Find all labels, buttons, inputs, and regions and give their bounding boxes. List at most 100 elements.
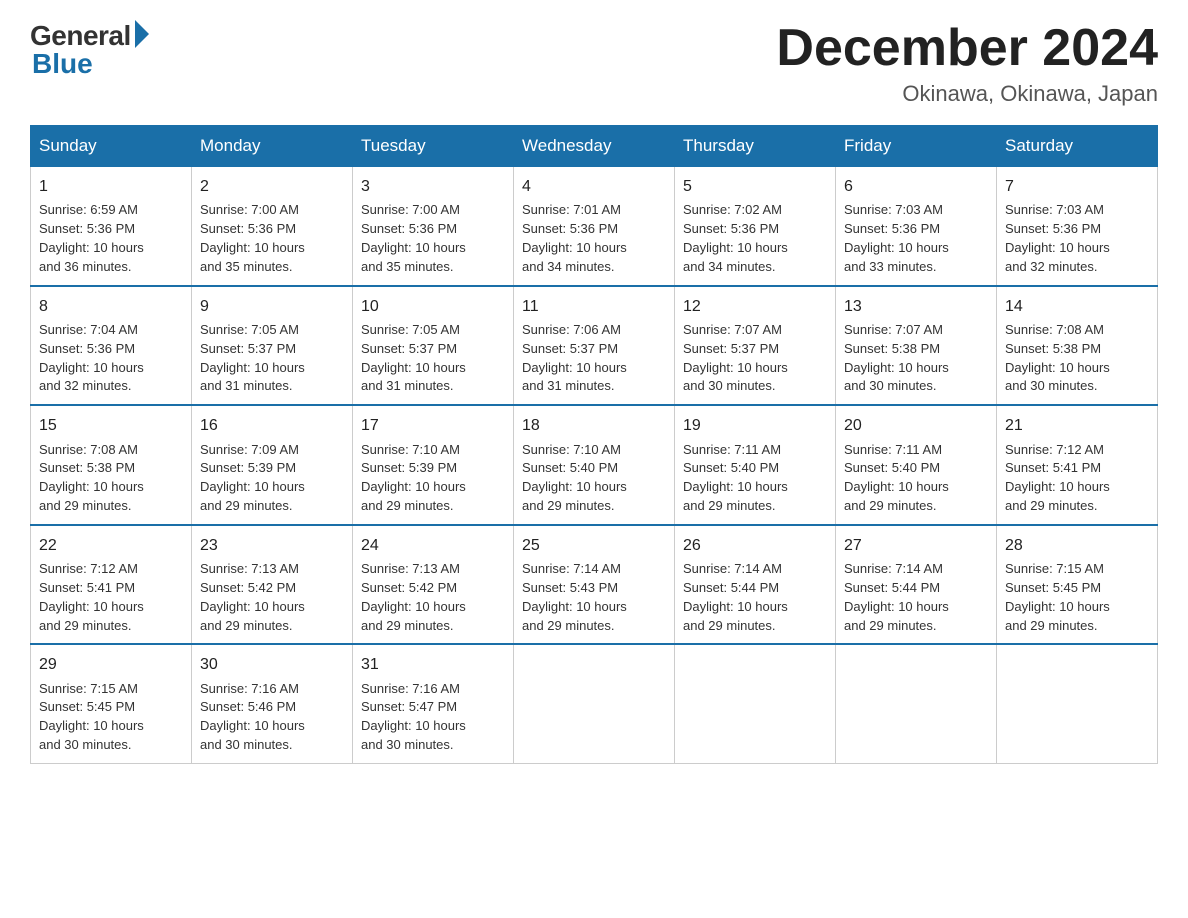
day-number: 28 bbox=[1005, 534, 1149, 557]
daylight-label: Daylight: 10 hoursand 29 minutes. bbox=[361, 479, 466, 513]
sunset-label: Sunset: 5:40 PM bbox=[522, 460, 618, 475]
sunrise-label: Sunrise: 7:08 AM bbox=[39, 442, 138, 457]
daylight-label: Daylight: 10 hoursand 32 minutes. bbox=[39, 360, 144, 394]
day-number: 11 bbox=[522, 295, 666, 318]
calendar-week-row: 15 Sunrise: 7:08 AM Sunset: 5:38 PM Dayl… bbox=[31, 405, 1158, 525]
calendar-cell: 8 Sunrise: 7:04 AM Sunset: 5:36 PM Dayli… bbox=[31, 286, 192, 406]
logo: General Blue bbox=[30, 20, 149, 80]
calendar-cell: 31 Sunrise: 7:16 AM Sunset: 5:47 PM Dayl… bbox=[353, 644, 514, 763]
daylight-label: Daylight: 10 hoursand 35 minutes. bbox=[200, 240, 305, 274]
sunset-label: Sunset: 5:44 PM bbox=[844, 580, 940, 595]
sunset-label: Sunset: 5:36 PM bbox=[1005, 221, 1101, 236]
sunset-label: Sunset: 5:43 PM bbox=[522, 580, 618, 595]
sunset-label: Sunset: 5:39 PM bbox=[200, 460, 296, 475]
day-number: 2 bbox=[200, 175, 344, 198]
sunset-label: Sunset: 5:36 PM bbox=[39, 341, 135, 356]
calendar-cell: 10 Sunrise: 7:05 AM Sunset: 5:37 PM Dayl… bbox=[353, 286, 514, 406]
col-tuesday: Tuesday bbox=[353, 126, 514, 167]
col-friday: Friday bbox=[836, 126, 997, 167]
daylight-label: Daylight: 10 hoursand 29 minutes. bbox=[1005, 599, 1110, 633]
calendar-cell: 14 Sunrise: 7:08 AM Sunset: 5:38 PM Dayl… bbox=[997, 286, 1158, 406]
calendar-cell: 18 Sunrise: 7:10 AM Sunset: 5:40 PM Dayl… bbox=[514, 405, 675, 525]
daylight-label: Daylight: 10 hoursand 29 minutes. bbox=[39, 599, 144, 633]
daylight-label: Daylight: 10 hoursand 32 minutes. bbox=[1005, 240, 1110, 274]
sunset-label: Sunset: 5:36 PM bbox=[683, 221, 779, 236]
col-monday: Monday bbox=[192, 126, 353, 167]
sunrise-label: Sunrise: 7:03 AM bbox=[844, 202, 943, 217]
sunrise-label: Sunrise: 7:04 AM bbox=[39, 322, 138, 337]
calendar-cell: 28 Sunrise: 7:15 AM Sunset: 5:45 PM Dayl… bbox=[997, 525, 1158, 645]
sunset-label: Sunset: 5:36 PM bbox=[39, 221, 135, 236]
sunrise-label: Sunrise: 7:06 AM bbox=[522, 322, 621, 337]
title-block: December 2024 Okinawa, Okinawa, Japan bbox=[776, 20, 1158, 107]
calendar-cell: 11 Sunrise: 7:06 AM Sunset: 5:37 PM Dayl… bbox=[514, 286, 675, 406]
sunrise-label: Sunrise: 7:16 AM bbox=[200, 681, 299, 696]
sunrise-label: Sunrise: 7:14 AM bbox=[683, 561, 782, 576]
daylight-label: Daylight: 10 hoursand 31 minutes. bbox=[522, 360, 627, 394]
calendar-cell bbox=[514, 644, 675, 763]
sunrise-label: Sunrise: 7:07 AM bbox=[844, 322, 943, 337]
sunset-label: Sunset: 5:38 PM bbox=[1005, 341, 1101, 356]
daylight-label: Daylight: 10 hoursand 29 minutes. bbox=[522, 479, 627, 513]
calendar-cell: 5 Sunrise: 7:02 AM Sunset: 5:36 PM Dayli… bbox=[675, 167, 836, 286]
daylight-label: Daylight: 10 hoursand 34 minutes. bbox=[683, 240, 788, 274]
calendar-cell: 29 Sunrise: 7:15 AM Sunset: 5:45 PM Dayl… bbox=[31, 644, 192, 763]
daylight-label: Daylight: 10 hoursand 31 minutes. bbox=[361, 360, 466, 394]
daylight-label: Daylight: 10 hoursand 30 minutes. bbox=[1005, 360, 1110, 394]
sunrise-label: Sunrise: 7:02 AM bbox=[683, 202, 782, 217]
day-number: 30 bbox=[200, 653, 344, 676]
col-thursday: Thursday bbox=[675, 126, 836, 167]
sunset-label: Sunset: 5:40 PM bbox=[844, 460, 940, 475]
calendar-cell: 2 Sunrise: 7:00 AM Sunset: 5:36 PM Dayli… bbox=[192, 167, 353, 286]
location: Okinawa, Okinawa, Japan bbox=[776, 81, 1158, 107]
day-number: 26 bbox=[683, 534, 827, 557]
sunrise-label: Sunrise: 7:10 AM bbox=[361, 442, 460, 457]
calendar-week-row: 1 Sunrise: 6:59 AM Sunset: 5:36 PM Dayli… bbox=[31, 167, 1158, 286]
calendar-cell: 30 Sunrise: 7:16 AM Sunset: 5:46 PM Dayl… bbox=[192, 644, 353, 763]
calendar-cell: 25 Sunrise: 7:14 AM Sunset: 5:43 PM Dayl… bbox=[514, 525, 675, 645]
day-number: 27 bbox=[844, 534, 988, 557]
daylight-label: Daylight: 10 hoursand 29 minutes. bbox=[844, 599, 949, 633]
sunset-label: Sunset: 5:46 PM bbox=[200, 699, 296, 714]
month-title: December 2024 bbox=[776, 20, 1158, 77]
sunrise-label: Sunrise: 7:05 AM bbox=[361, 322, 460, 337]
sunrise-label: Sunrise: 6:59 AM bbox=[39, 202, 138, 217]
sunrise-label: Sunrise: 7:07 AM bbox=[683, 322, 782, 337]
daylight-label: Daylight: 10 hoursand 29 minutes. bbox=[200, 479, 305, 513]
day-number: 20 bbox=[844, 414, 988, 437]
col-sunday: Sunday bbox=[31, 126, 192, 167]
sunrise-label: Sunrise: 7:14 AM bbox=[844, 561, 943, 576]
calendar-week-row: 29 Sunrise: 7:15 AM Sunset: 5:45 PM Dayl… bbox=[31, 644, 1158, 763]
calendar-cell: 23 Sunrise: 7:13 AM Sunset: 5:42 PM Dayl… bbox=[192, 525, 353, 645]
daylight-label: Daylight: 10 hoursand 29 minutes. bbox=[200, 599, 305, 633]
sunset-label: Sunset: 5:47 PM bbox=[361, 699, 457, 714]
calendar-cell: 21 Sunrise: 7:12 AM Sunset: 5:41 PM Dayl… bbox=[997, 405, 1158, 525]
daylight-label: Daylight: 10 hoursand 34 minutes. bbox=[522, 240, 627, 274]
sunrise-label: Sunrise: 7:00 AM bbox=[361, 202, 460, 217]
day-number: 21 bbox=[1005, 414, 1149, 437]
calendar-cell: 24 Sunrise: 7:13 AM Sunset: 5:42 PM Dayl… bbox=[353, 525, 514, 645]
day-number: 31 bbox=[361, 653, 505, 676]
day-number: 5 bbox=[683, 175, 827, 198]
sunrise-label: Sunrise: 7:13 AM bbox=[200, 561, 299, 576]
daylight-label: Daylight: 10 hoursand 29 minutes. bbox=[683, 479, 788, 513]
sunset-label: Sunset: 5:37 PM bbox=[200, 341, 296, 356]
sunset-label: Sunset: 5:36 PM bbox=[200, 221, 296, 236]
daylight-label: Daylight: 10 hoursand 30 minutes. bbox=[39, 718, 144, 752]
calendar-week-row: 22 Sunrise: 7:12 AM Sunset: 5:41 PM Dayl… bbox=[31, 525, 1158, 645]
sunset-label: Sunset: 5:37 PM bbox=[522, 341, 618, 356]
day-number: 14 bbox=[1005, 295, 1149, 318]
daylight-label: Daylight: 10 hoursand 29 minutes. bbox=[683, 599, 788, 633]
sunrise-label: Sunrise: 7:15 AM bbox=[39, 681, 138, 696]
sunset-label: Sunset: 5:44 PM bbox=[683, 580, 779, 595]
daylight-label: Daylight: 10 hoursand 31 minutes. bbox=[200, 360, 305, 394]
sunrise-label: Sunrise: 7:11 AM bbox=[844, 442, 942, 457]
day-number: 29 bbox=[39, 653, 183, 676]
sunrise-label: Sunrise: 7:10 AM bbox=[522, 442, 621, 457]
day-number: 18 bbox=[522, 414, 666, 437]
sunset-label: Sunset: 5:36 PM bbox=[844, 221, 940, 236]
daylight-label: Daylight: 10 hoursand 30 minutes. bbox=[683, 360, 788, 394]
calendar-header-row: Sunday Monday Tuesday Wednesday Thursday… bbox=[31, 126, 1158, 167]
sunset-label: Sunset: 5:39 PM bbox=[361, 460, 457, 475]
daylight-label: Daylight: 10 hoursand 30 minutes. bbox=[200, 718, 305, 752]
